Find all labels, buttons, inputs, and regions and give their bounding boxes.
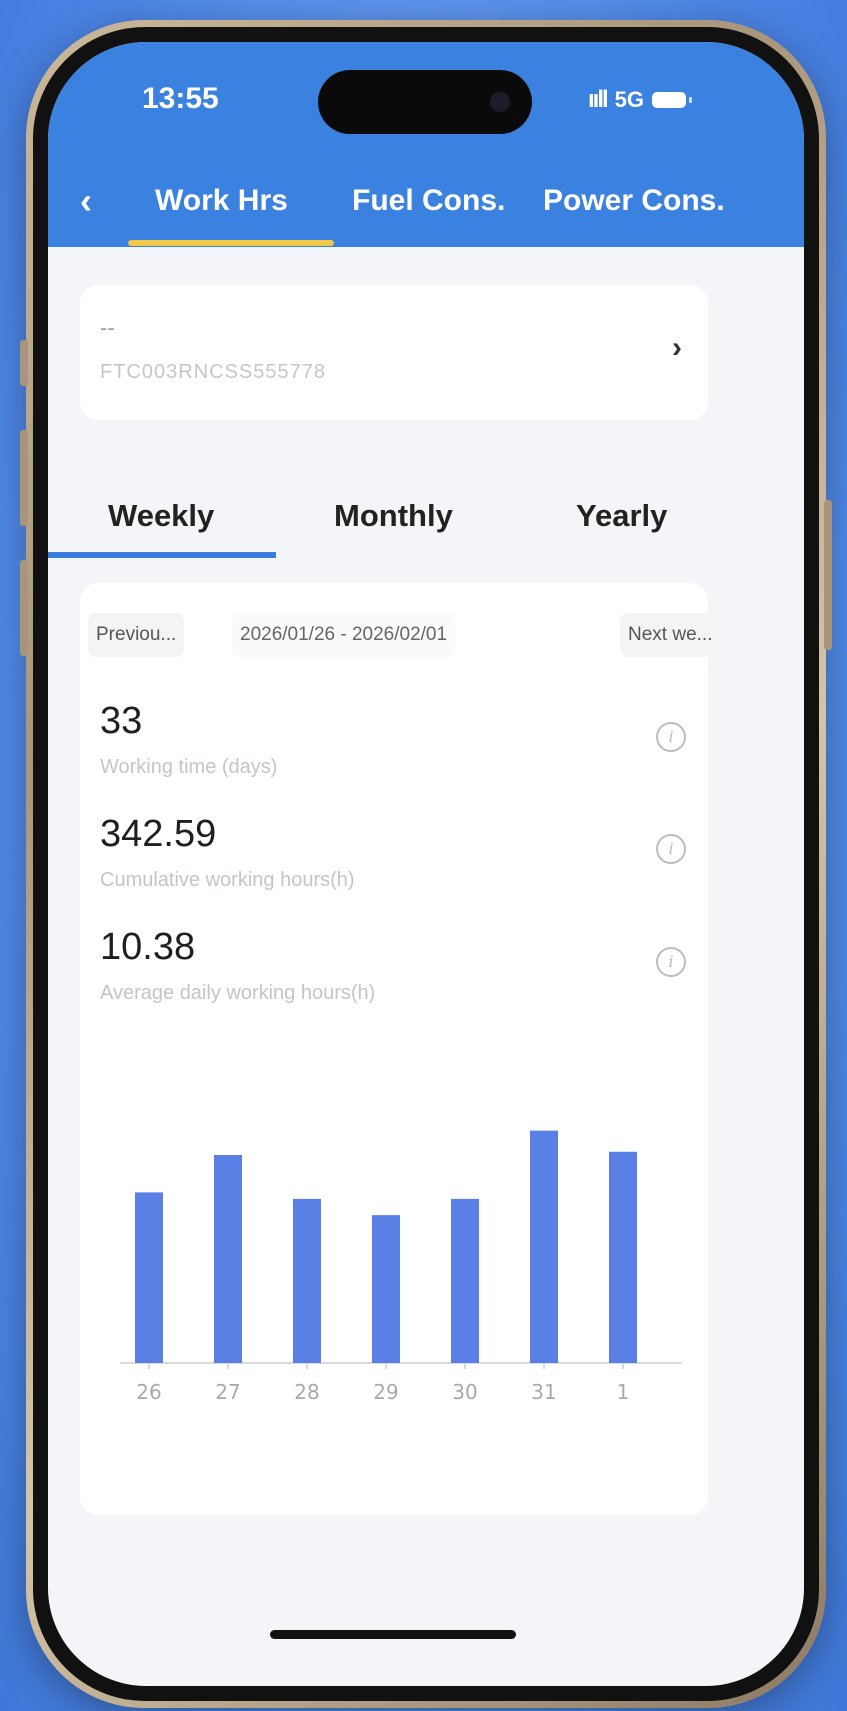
cumulative-hours-value: 342.59: [100, 813, 217, 855]
info-icon[interactable]: i: [656, 947, 686, 977]
next-week-button[interactable]: Next we...: [620, 613, 721, 657]
date-range: 2026/01/26 - 2026/02/01: [232, 613, 456, 657]
info-icon[interactable]: i: [656, 722, 686, 752]
network-label: 5G: [614, 87, 645, 112]
working-days-value: 33: [100, 700, 143, 742]
x-tick-label: 26: [136, 1380, 161, 1404]
tab-work-hrs[interactable]: Work Hrs: [155, 184, 288, 218]
side-button-volume-down: [20, 560, 28, 656]
chart-bar-28[interactable]: [293, 1198, 321, 1363]
period-tab-indicator: [48, 552, 276, 558]
chevron-left-icon: ‹: [80, 180, 92, 221]
home-indicator: [270, 1630, 516, 1639]
side-button-mute: [20, 340, 28, 386]
status-indicators: ııll 5G: [588, 86, 693, 114]
tab-weekly[interactable]: Weekly: [108, 498, 214, 534]
side-button-power: [824, 500, 832, 650]
cumulative-hours-label: Cumulative working hours(h): [100, 869, 355, 891]
chart-bar-26[interactable]: [135, 1192, 163, 1363]
previous-week-button[interactable]: Previou...: [88, 613, 185, 657]
tab-power-cons[interactable]: Power Cons.: [543, 184, 725, 218]
device-name: --: [100, 315, 115, 340]
app-header: 13:55 ııll 5G ‹ Work Hrs Fuel Cons. Powe…: [48, 42, 804, 247]
x-tick-label: 29: [373, 1380, 398, 1404]
app-screen: 13:55 ııll 5G ‹ Work Hrs Fuel Cons. Powe…: [48, 42, 804, 1686]
info-icon[interactable]: i: [656, 834, 686, 864]
x-tick-label: 28: [294, 1380, 319, 1404]
chart-bar-31[interactable]: [530, 1130, 558, 1363]
back-button[interactable]: ‹: [80, 180, 92, 222]
status-time: 13:55: [142, 82, 219, 115]
chart-bar-1[interactable]: [609, 1151, 637, 1363]
device-selector[interactable]: -- FTC003RNCSS555778 ›: [80, 285, 708, 420]
x-tick-label: 31: [531, 1380, 556, 1404]
camera-icon: [490, 92, 510, 112]
average-hours-label: Average daily working hours(h): [100, 982, 376, 1004]
signal-icon: ııll: [588, 86, 609, 113]
tab-yearly[interactable]: Yearly: [576, 498, 667, 534]
device-serial: FTC003RNCSS555778: [100, 361, 326, 383]
tab-monthly[interactable]: Monthly: [334, 498, 453, 534]
x-tick-label: 30: [452, 1380, 477, 1404]
side-button-volume-up: [20, 430, 28, 526]
x-tick-label: 1: [617, 1380, 630, 1404]
chevron-right-icon: ›: [672, 331, 682, 364]
chart-bar-27[interactable]: [214, 1155, 242, 1363]
tab-fuel-cons[interactable]: Fuel Cons.: [352, 184, 505, 218]
chart-bar-30[interactable]: [451, 1198, 479, 1363]
battery-icon: [652, 92, 693, 108]
work-hours-bar-chart: 26 27 28 29 30 31 1: [120, 1130, 682, 1404]
working-days-label: Working time (days): [100, 756, 278, 778]
stats-card: Previou... 2026/01/26 - 2026/02/01 Next …: [80, 583, 721, 1515]
x-tick-label: 27: [215, 1380, 240, 1404]
average-hours-value: 10.38: [100, 926, 196, 968]
dynamic-island: [318, 70, 532, 134]
chart-bar-29[interactable]: [372, 1215, 400, 1363]
active-tab-indicator: [128, 240, 334, 246]
